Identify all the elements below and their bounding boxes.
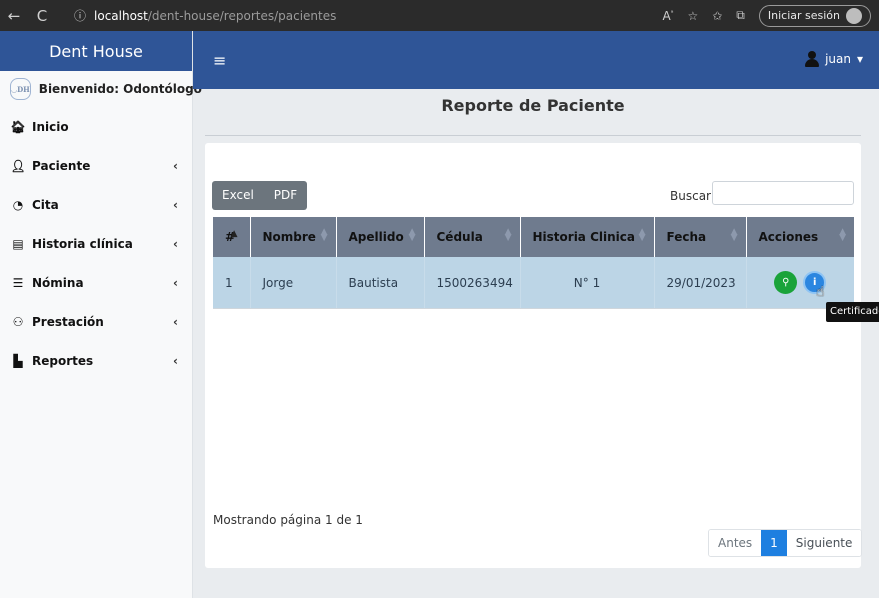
export-button-group: Excel PDF bbox=[212, 181, 308, 210]
pagination-page-1[interactable]: 1 bbox=[761, 530, 787, 556]
home-icon: 🏠︎ bbox=[10, 119, 26, 134]
user-name: juan bbox=[825, 52, 851, 66]
cell-cedula: 1500263494 bbox=[424, 257, 521, 308]
address-bar[interactable]: ⓘ localhost/dent-house/reportes/paciente… bbox=[74, 4, 634, 27]
search-label: Buscar bbox=[670, 189, 711, 203]
favorites-bar-icon[interactable]: ✩ bbox=[712, 9, 722, 23]
hand-cursor-icon: ☝ bbox=[816, 284, 825, 300]
cell-nombre: Jorge bbox=[250, 257, 337, 308]
column-header-acciones[interactable]: Acciones ▲ ▼ bbox=[746, 217, 854, 257]
cell-fecha: 29/01/2023 bbox=[654, 257, 747, 308]
chevron-left-icon: ‹ bbox=[173, 236, 178, 251]
sidebar-item-historia-clínica[interactable]: ▤ Historia clínica ‹ bbox=[0, 224, 192, 263]
welcome-banner: ◡DH Bienvenido: Odontólogo bbox=[0, 71, 202, 107]
title-divider bbox=[205, 135, 861, 136]
sidebar-item-label: Reportes bbox=[32, 353, 94, 368]
column-header-apellido[interactable]: Apellido ▲ ▼ bbox=[336, 217, 425, 257]
sort-icon: ▲ ▼ bbox=[408, 227, 416, 243]
column-header-nombre[interactable]: Nombre ▲ ▼ bbox=[250, 217, 337, 257]
chevron-left-icon: ‹ bbox=[173, 314, 178, 329]
sort-icon: ▲ ▼ bbox=[839, 227, 846, 243]
sidebar-nav: 🏠︎ Inicio 👤︎ Paciente ‹ ◔ Cita ‹ ▤ Historia clíni… bbox=[0, 107, 192, 380]
cell-acciones: ⚲ i bbox=[746, 257, 854, 308]
sidebar-item-inicio[interactable]: 🏠︎ Inicio bbox=[0, 107, 192, 146]
table-row[interactable]: 1 Jorge Bautista 1500263494 N° 1 29/01/2… bbox=[213, 257, 854, 308]
user-dropdown[interactable]: juan ▾ bbox=[805, 51, 863, 67]
brand-title[interactable]: Dent House bbox=[0, 31, 192, 71]
chevron-left-icon: ‹ bbox=[173, 158, 178, 173]
caret-down-icon: ▾ bbox=[856, 52, 863, 66]
url-host: localhost bbox=[94, 8, 148, 23]
user-icon: 👤︎ bbox=[10, 158, 26, 173]
welcome-text: Bienvenido: Odontólogo bbox=[38, 82, 202, 96]
column-header-cedula[interactable]: Cédula ▲ ▼ bbox=[424, 217, 521, 257]
pagination-prev-button[interactable]: Antes bbox=[709, 530, 762, 556]
table-header-row: # ▲ Nombre ▲ ▼ Apellido ▲ ▼ Cédula ▲ ▼ Historia… bbox=[213, 217, 854, 257]
id-card-icon: ▤ bbox=[12, 236, 24, 251]
sidebar-item-label: Prestación bbox=[32, 314, 104, 329]
sort-icon: ▲ ▼ bbox=[730, 227, 738, 243]
excel-export-button[interactable]: Excel bbox=[212, 181, 264, 210]
signin-label: Iniciar sesión bbox=[767, 9, 840, 22]
sort-icon: ▲ ▼ bbox=[320, 227, 328, 243]
view-search-button[interactable]: ⚲ bbox=[774, 271, 798, 294]
sidebar-item-nómina[interactable]: ☰ Nómina ‹ bbox=[0, 263, 192, 302]
page-title: Reporte de Paciente bbox=[441, 96, 625, 115]
signin-button[interactable]: Iniciar sesión bbox=[758, 4, 871, 27]
file-pdf-icon: ▙ bbox=[13, 353, 23, 368]
sidebar: Dent House ◡DH Bienvenido: Odontólogo 🏠︎… bbox=[0, 31, 202, 598]
back-arrow-icon[interactable]: ← bbox=[0, 7, 28, 25]
browser-toolbar: ← C ⓘ localhost/dent-house/reportes/paci… bbox=[0, 0, 879, 31]
cell-historia: N° 1 bbox=[520, 257, 655, 308]
sort-asc-icon: ▲ bbox=[230, 229, 238, 239]
browser-actions: Aᵃ ☆ ✩ ⧉ Iniciar sesión bbox=[663, 4, 871, 27]
search-input[interactable] bbox=[712, 181, 854, 205]
reload-icon[interactable]: C bbox=[28, 7, 56, 25]
pdf-export-button[interactable]: PDF bbox=[264, 181, 307, 210]
sidebar-item-prestación[interactable]: ⚇ Prestación ‹ bbox=[0, 302, 192, 341]
cell-apellido: Bautista bbox=[336, 257, 425, 308]
sidebar-item-label: Paciente bbox=[32, 158, 91, 173]
clock-icon: ◔ bbox=[12, 197, 24, 212]
patients-table: # ▲ Nombre ▲ ▼ Apellido ▲ ▼ Cédula ▲ ▼ Historia… bbox=[213, 217, 854, 308]
sort-icon: ▲ ▼ bbox=[504, 227, 512, 243]
top-header: ≡ juan ▾ bbox=[193, 31, 879, 89]
table-divider bbox=[213, 308, 854, 309]
dent-house-logo: ◡DH bbox=[10, 78, 31, 100]
site-info-icon[interactable]: ⓘ bbox=[74, 7, 86, 24]
user-icon bbox=[805, 51, 820, 67]
read-aloud-icon[interactable]: Aᵃ bbox=[663, 9, 674, 23]
certificate-tooltip: Certificado bbox=[826, 302, 879, 322]
column-header-fecha[interactable]: Fecha ▲ ▼ bbox=[654, 217, 747, 257]
search-icon: ⚲ bbox=[782, 277, 790, 288]
chevron-left-icon: ‹ bbox=[173, 353, 178, 368]
sidebar-item-label: Nómina bbox=[32, 275, 84, 290]
pagination: Antes 1 Siguiente bbox=[708, 529, 863, 557]
cell-number: 1 bbox=[213, 257, 251, 308]
sidebar-item-label: Inicio bbox=[32, 119, 69, 134]
column-header-number[interactable]: # ▲ bbox=[213, 217, 251, 257]
sidebar-item-paciente[interactable]: 👤︎ Paciente ‹ bbox=[0, 146, 192, 185]
sort-icon: ▲ ▼ bbox=[638, 227, 646, 243]
chevron-left-icon: ‹ bbox=[173, 275, 178, 290]
url-path: /dent-house/reportes/pacientes bbox=[147, 8, 337, 23]
favorite-icon[interactable]: ☆ bbox=[687, 9, 698, 23]
column-header-historia[interactable]: Historia Clinica ▲ ▼ bbox=[520, 217, 655, 257]
collections-icon[interactable]: ⧉ bbox=[736, 8, 745, 23]
sidebar-item-cita[interactable]: ◔ Cita ‹ bbox=[0, 185, 192, 224]
chevron-left-icon: ‹ bbox=[173, 197, 178, 212]
sidebar-item-reportes[interactable]: ▙ Reportes ‹ bbox=[0, 341, 192, 380]
sidebar-item-label: Cita bbox=[32, 197, 59, 212]
pagination-next-button[interactable]: Siguiente bbox=[786, 530, 862, 556]
hamburger-menu-icon[interactable]: ≡ bbox=[213, 51, 226, 70]
profile-avatar-icon bbox=[846, 7, 862, 24]
list-icon: ☰ bbox=[12, 275, 24, 290]
pagination-info: Mostrando página 1 de 1 bbox=[213, 513, 363, 527]
users-icon: ⚇ bbox=[12, 314, 24, 329]
sidebar-item-label: Historia clínica bbox=[32, 236, 133, 251]
